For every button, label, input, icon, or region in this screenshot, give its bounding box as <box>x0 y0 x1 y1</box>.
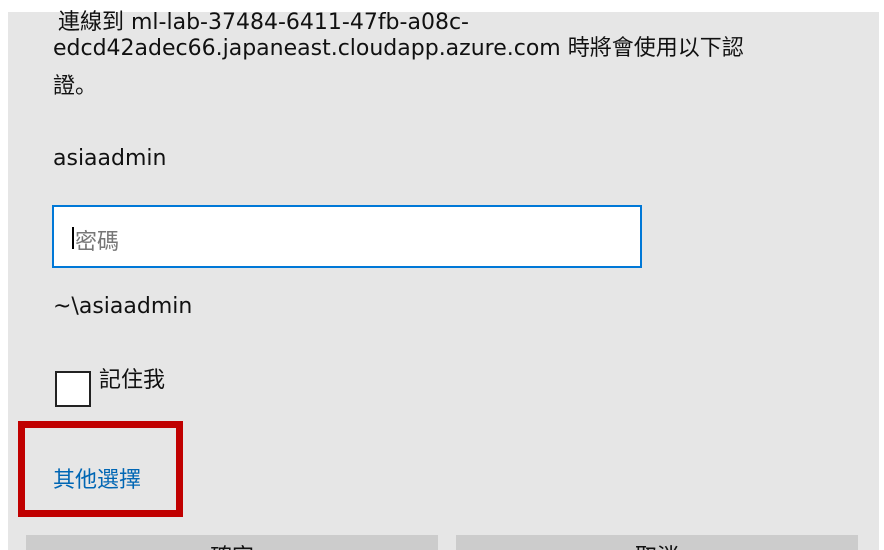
username-label: asiaadmin <box>53 146 167 171</box>
cancel-button[interactable]: 取消 <box>456 535 858 550</box>
credential-dialog: 連線到 ml-lab-37484-6411-47fb-a08c- edcd42a… <box>0 0 884 550</box>
highlight-box <box>18 421 183 517</box>
connection-message-line-1: edcd42adec66.japaneast.cloudapp.azure.co… <box>53 36 744 61</box>
password-placeholder: 密碼 <box>75 230 120 255</box>
connection-message-line-2: 證。 <box>53 74 98 99</box>
remember-me-checkbox[interactable] <box>55 371 91 407</box>
ok-button[interactable]: 確定 <box>26 535 438 550</box>
domain-username-label: ~\asiaadmin <box>53 294 193 319</box>
password-field[interactable]: 密碼 <box>52 205 642 268</box>
text-cursor <box>72 227 74 249</box>
connection-message-clipped: 連線到 ml-lab-37484-6411-47fb-a08c- <box>58 10 469 35</box>
remember-me-label[interactable]: 記住我 <box>99 367 165 395</box>
